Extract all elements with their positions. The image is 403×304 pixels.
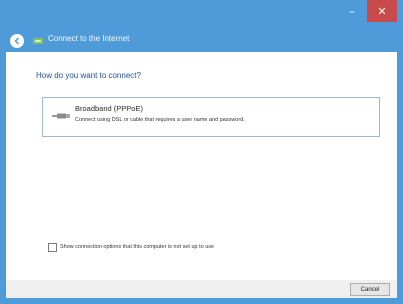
- wizard-content: How do you want to connect? Broadband (P…: [6, 52, 397, 280]
- page-heading: How do you want to connect?: [36, 71, 141, 80]
- wizard-footer: Cancel: [6, 280, 397, 298]
- broadband-cable-icon: [52, 113, 70, 119]
- back-button[interactable]: [10, 34, 24, 48]
- wizard-nav-bar: Connect to the Internet: [0, 30, 403, 52]
- option-broadband-pppoe[interactable]: Broadband (PPPoE) Connect using DSL or c…: [42, 97, 380, 137]
- connect-wizard-window: – ✕ Connect to the Internet How do you w…: [0, 0, 403, 304]
- option-description: Connect using DSL or cable that requires…: [75, 117, 245, 123]
- show-options-checkbox[interactable]: [48, 242, 57, 252]
- close-button[interactable]: ✕: [367, 0, 397, 22]
- option-title: Broadband (PPPoE): [75, 104, 143, 113]
- wizard-title: Connect to the Internet: [48, 34, 130, 43]
- cancel-button[interactable]: Cancel: [350, 283, 390, 296]
- back-arrow-icon: [14, 37, 20, 45]
- title-bar[interactable]: – ✕: [0, 0, 403, 30]
- show-options-checkbox-row[interactable]: Show connection options that this comput…: [48, 242, 214, 252]
- show-options-checkbox-label: Show connection options that this comput…: [60, 244, 215, 250]
- minimize-icon: –: [349, 4, 355, 18]
- network-wizard-icon: [33, 38, 43, 44]
- close-icon: ✕: [377, 4, 387, 18]
- minimize-button[interactable]: –: [340, 0, 364, 22]
